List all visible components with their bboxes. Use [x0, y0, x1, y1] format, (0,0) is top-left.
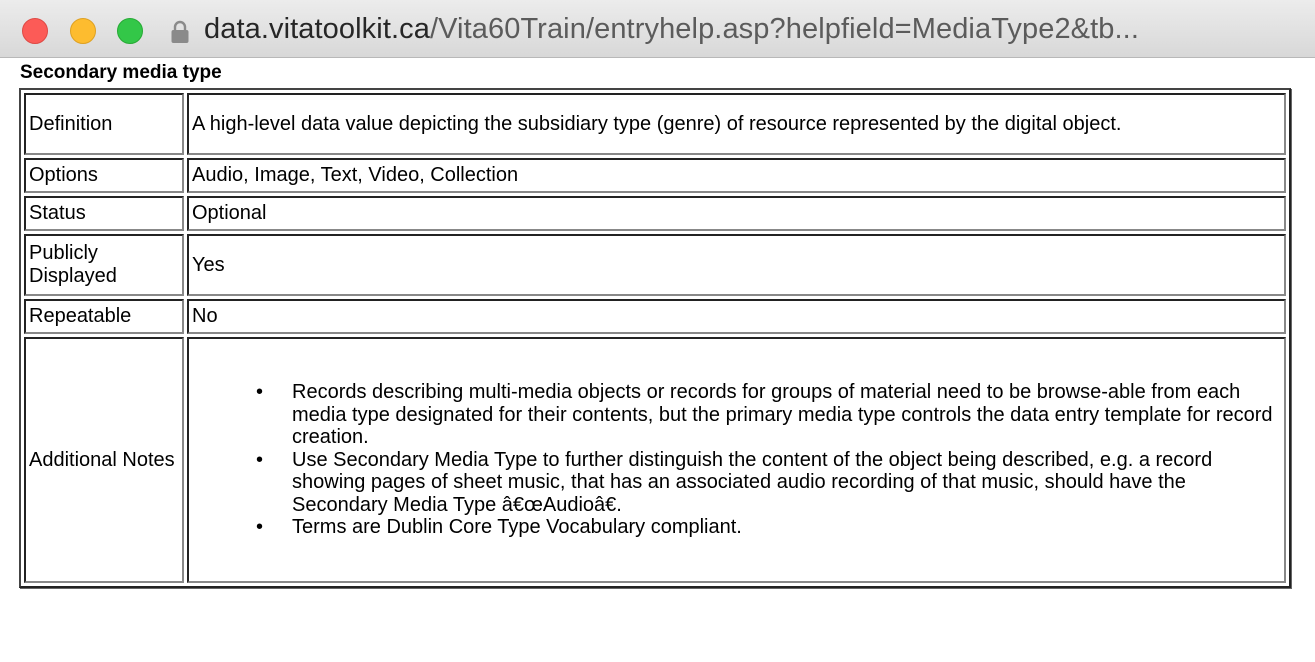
row-value-repeatable: No: [187, 299, 1286, 334]
lock-icon: [170, 20, 190, 44]
row-label-definition: Definition: [24, 93, 184, 155]
row-label-repeatable: Repeatable: [24, 299, 184, 334]
url-path: /Vita60Train/entryhelp.asp?helpfield=Med…: [429, 13, 1139, 45]
help-table: Definition A high-level data value depic…: [19, 88, 1291, 588]
row-label-publicly-displayed: Publicly Displayed: [24, 234, 184, 296]
title-bar: data.vitatoolkit.ca/Vita60Train/entryhel…: [0, 0, 1315, 58]
page-title: Secondary media type: [20, 62, 222, 83]
note-text: Records describing multi-media objects o…: [292, 381, 1273, 449]
table-row: Definition A high-level data value depic…: [24, 93, 1286, 155]
list-item: • Use Secondary Media Type to further dis…: [256, 448, 1281, 517]
list-item: • Records describing multi-media objects …: [256, 381, 1281, 449]
row-value-status: Optional: [187, 196, 1286, 231]
row-label-status: Status: [24, 196, 184, 231]
row-value-options: Audio, Image, Text, Video, Collection: [187, 158, 1286, 193]
bullet-icon: •: [256, 516, 264, 539]
row-value-definition: A high-level data value depicting the su…: [187, 93, 1286, 155]
notes-list: • Records describing multi-media objects …: [192, 381, 1281, 539]
bullet-icon: •: [256, 381, 264, 404]
row-value-publicly-displayed: Yes: [187, 234, 1286, 296]
table-row: Options Audio, Image, Text, Video, Colle…: [24, 158, 1286, 193]
row-label-additional-notes: Additional Notes: [24, 337, 184, 583]
bullet-icon: •: [256, 448, 264, 471]
row-label-options: Options: [24, 158, 184, 193]
table-row: Repeatable No: [24, 299, 1286, 334]
url-host: data.vitatoolkit.ca: [204, 13, 430, 45]
table-row: Status Optional: [24, 196, 1286, 231]
note-text: Terms are Dublin Core Type Vocabulary co…: [292, 516, 742, 539]
list-item: • Terms are Dublin Core Type Vocabulary c…: [256, 516, 1281, 539]
note-text: Use Secondary Media Type to further dist…: [292, 448, 1213, 516]
zoom-window-button[interactable]: [117, 18, 143, 44]
row-value-additional-notes: • Records describing multi-media objects …: [187, 337, 1286, 583]
browser-window: data.vitatoolkit.ca/Vita60Train/entryhel…: [0, 0, 1315, 662]
table-row: Publicly Displayed Yes: [24, 234, 1286, 296]
close-window-button[interactable]: [22, 18, 48, 44]
address-bar[interactable]: data.vitatoolkit.ca/Vita60Train/entryhel…: [204, 13, 1139, 46]
minimize-window-button[interactable]: [70, 18, 96, 44]
table-row: Additional Notes • Records describing mul…: [24, 337, 1286, 583]
